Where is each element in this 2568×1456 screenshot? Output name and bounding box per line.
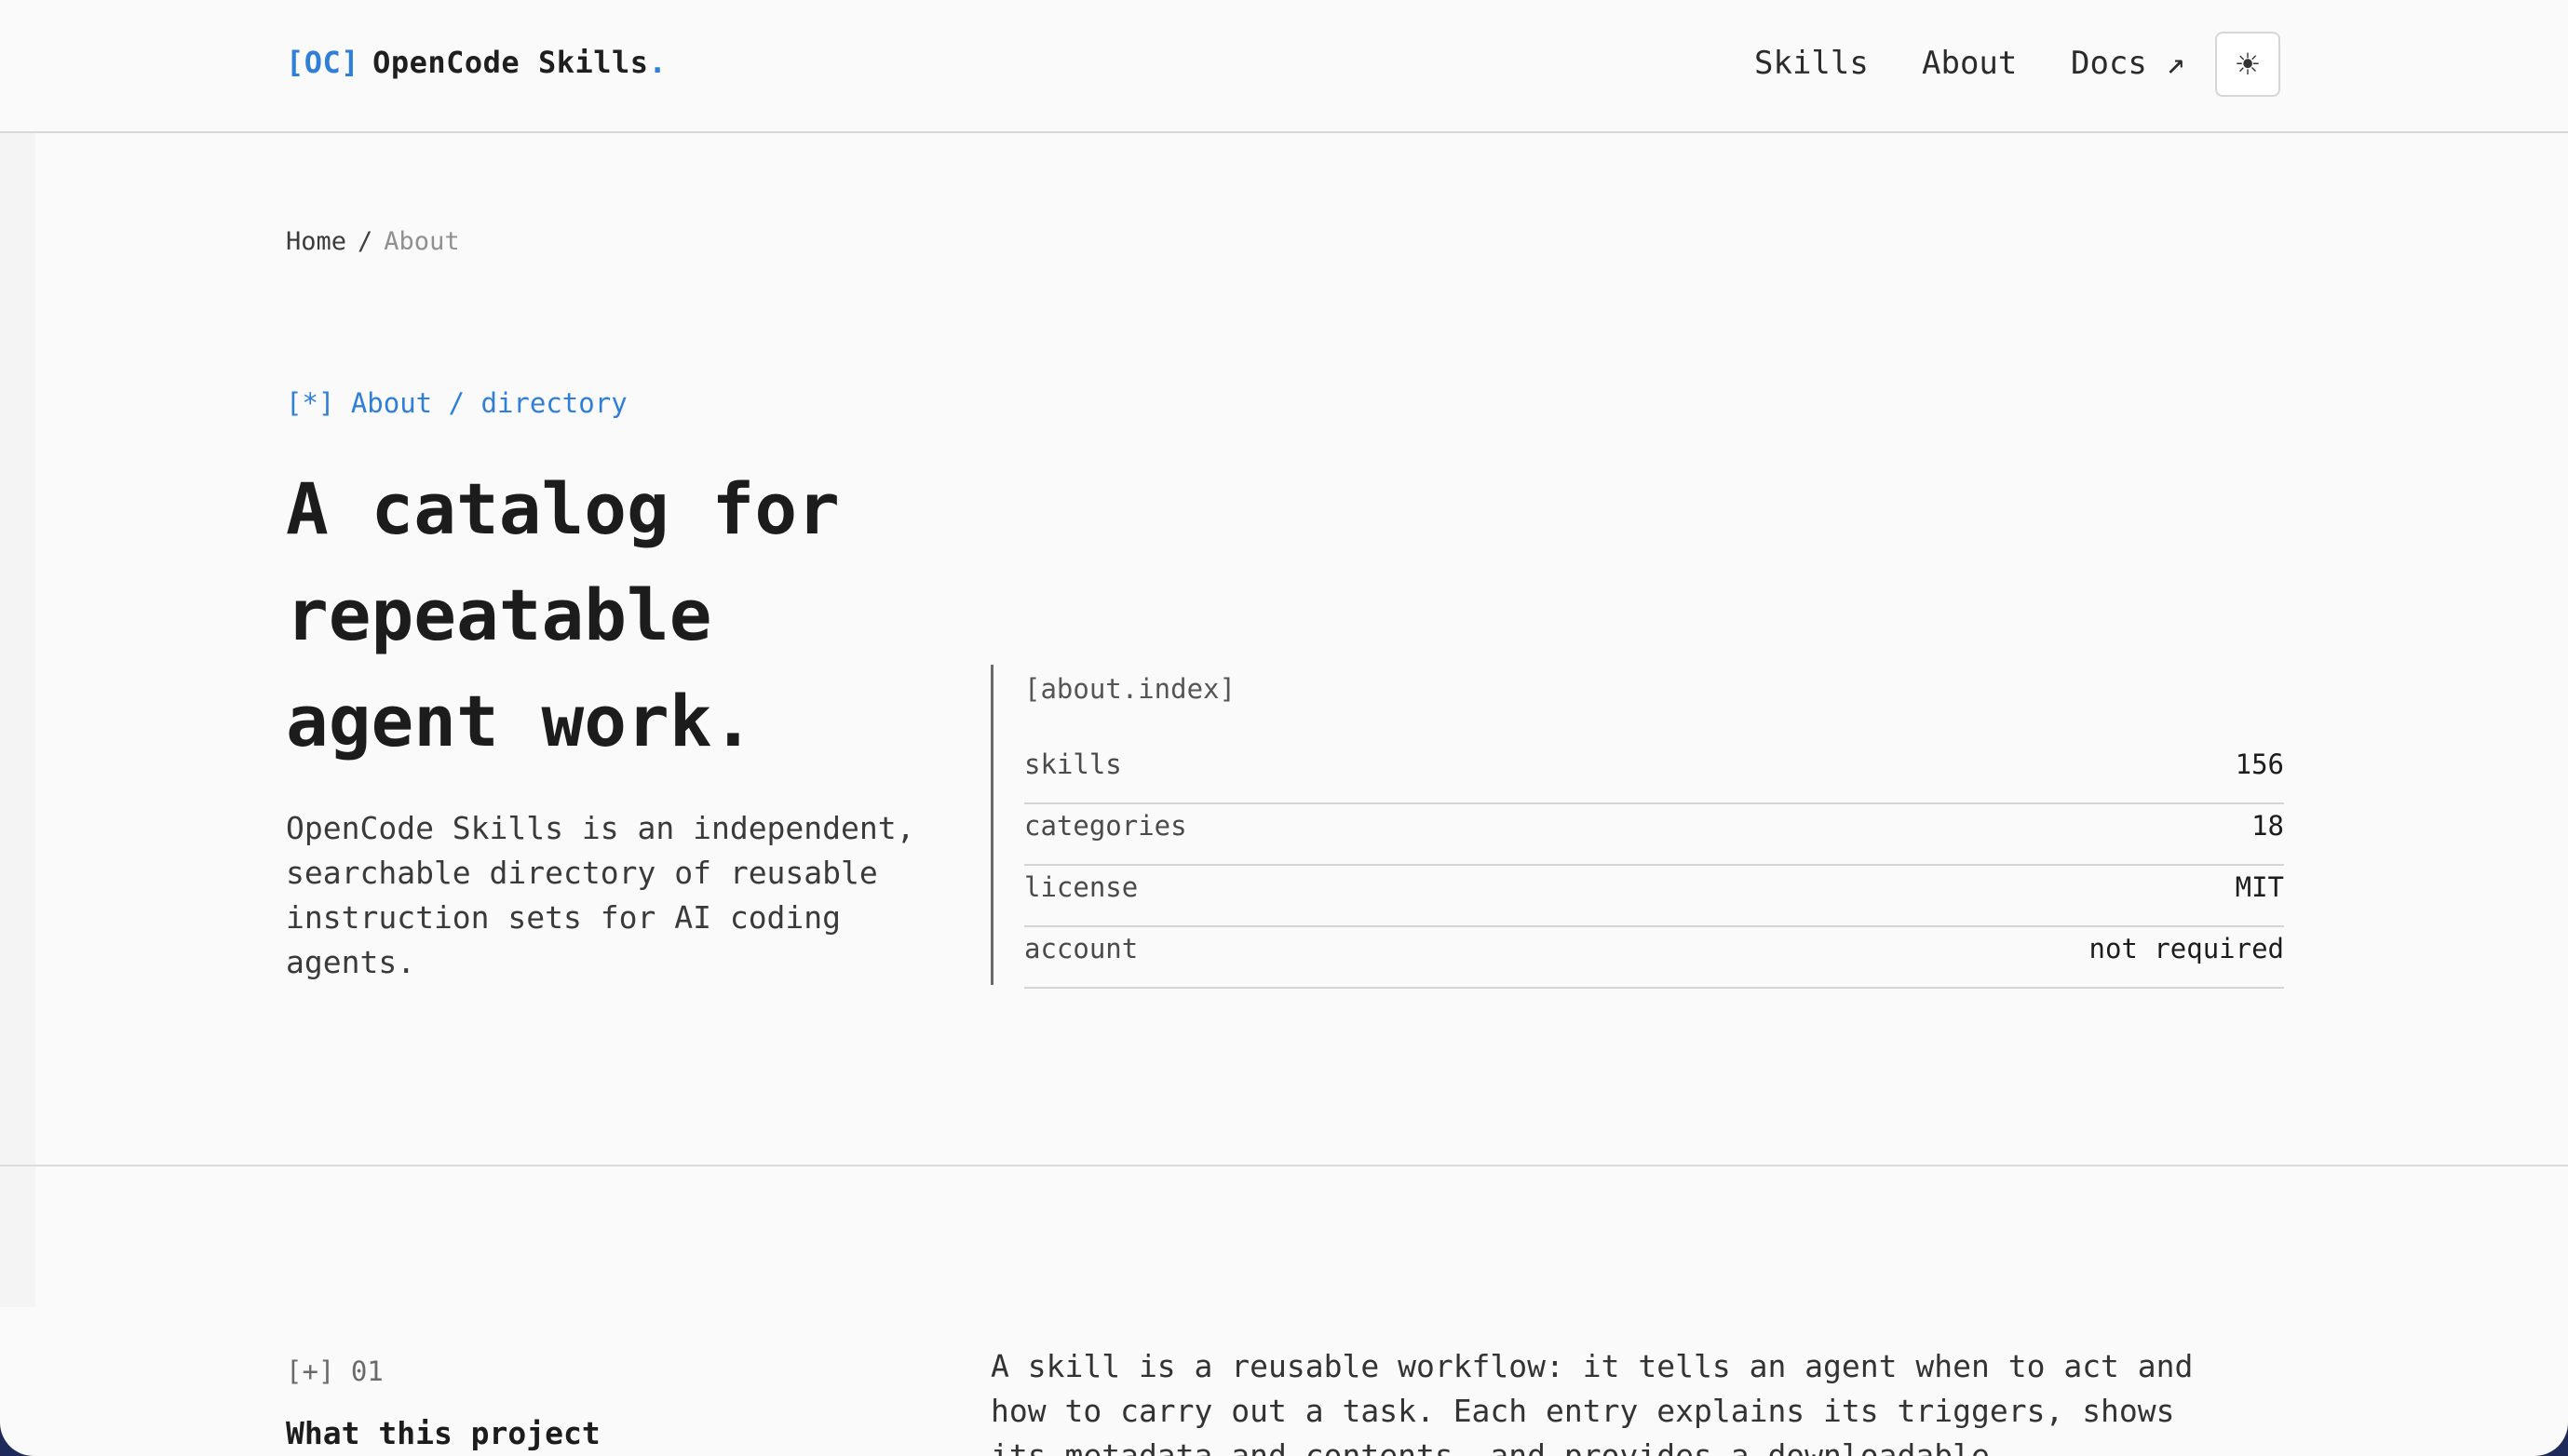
brand-name: OpenCode Skills — [372, 45, 649, 80]
nav-link-skills[interactable]: Skills — [1754, 45, 1869, 82]
index-row-account: account not required — [1024, 927, 2284, 989]
index-value: not required — [2088, 933, 2284, 964]
breadcrumb-home-link[interactable]: Home — [286, 227, 346, 256]
hero-description: OpenCode Skills is an independent, searc… — [286, 810, 915, 980]
index-key: license — [1024, 871, 1139, 903]
theme-toggle-button[interactable]: ☀ — [2215, 32, 2280, 97]
top-navigation-bar: [OC] OpenCode Skills. Skills About Docs ↗… — [0, 0, 2568, 133]
breadcrumb-current: About — [384, 227, 460, 256]
index-value: 18 — [2251, 810, 2284, 842]
index-key: categories — [1024, 810, 1187, 842]
brand-dot: . — [648, 45, 668, 80]
breadcrumb-separator: / — [358, 227, 373, 256]
index-table: skills 156 categories 18 license MIT acc… — [1024, 743, 2284, 989]
index-row-categories: categories 18 — [1024, 804, 2284, 866]
index-value: MIT — [2235, 871, 2284, 903]
index-row-license: license MIT — [1024, 866, 2284, 927]
section-divider — [0, 1165, 2568, 1166]
page-title: A catalog for repeatable agent work. — [286, 467, 840, 762]
section-body: A skill is a reusable workflow: it tells… — [991, 1348, 2194, 1456]
section-title: What this project — [286, 1415, 601, 1451]
index-value: 156 — [2235, 748, 2284, 780]
nav-link-about[interactable]: About — [1922, 45, 2017, 82]
brand-tag: [OC] — [286, 45, 360, 80]
index-key: account — [1024, 933, 1139, 964]
breadcrumb: Home / About — [286, 227, 460, 256]
sun-icon: ☀ — [2234, 47, 2262, 81]
about-index-panel: [about.index] skills 156 categories 18 l… — [991, 665, 2284, 989]
nav-link-docs[interactable]: Docs ↗ — [2071, 45, 2185, 82]
brand-logo-link[interactable]: [OC] OpenCode Skills. — [286, 45, 667, 80]
index-title: [about.index] — [1024, 673, 1236, 705]
section-number: [+] 01 — [286, 1355, 384, 1387]
index-key: skills — [1024, 748, 1122, 780]
left-edge-strip — [0, 132, 35, 1307]
index-row-skills: skills 156 — [1024, 743, 2284, 804]
hero-eyebrow: [*] About / directory — [286, 387, 628, 419]
page: [OC] OpenCode Skills. Skills About Docs ↗… — [0, 0, 2568, 1456]
